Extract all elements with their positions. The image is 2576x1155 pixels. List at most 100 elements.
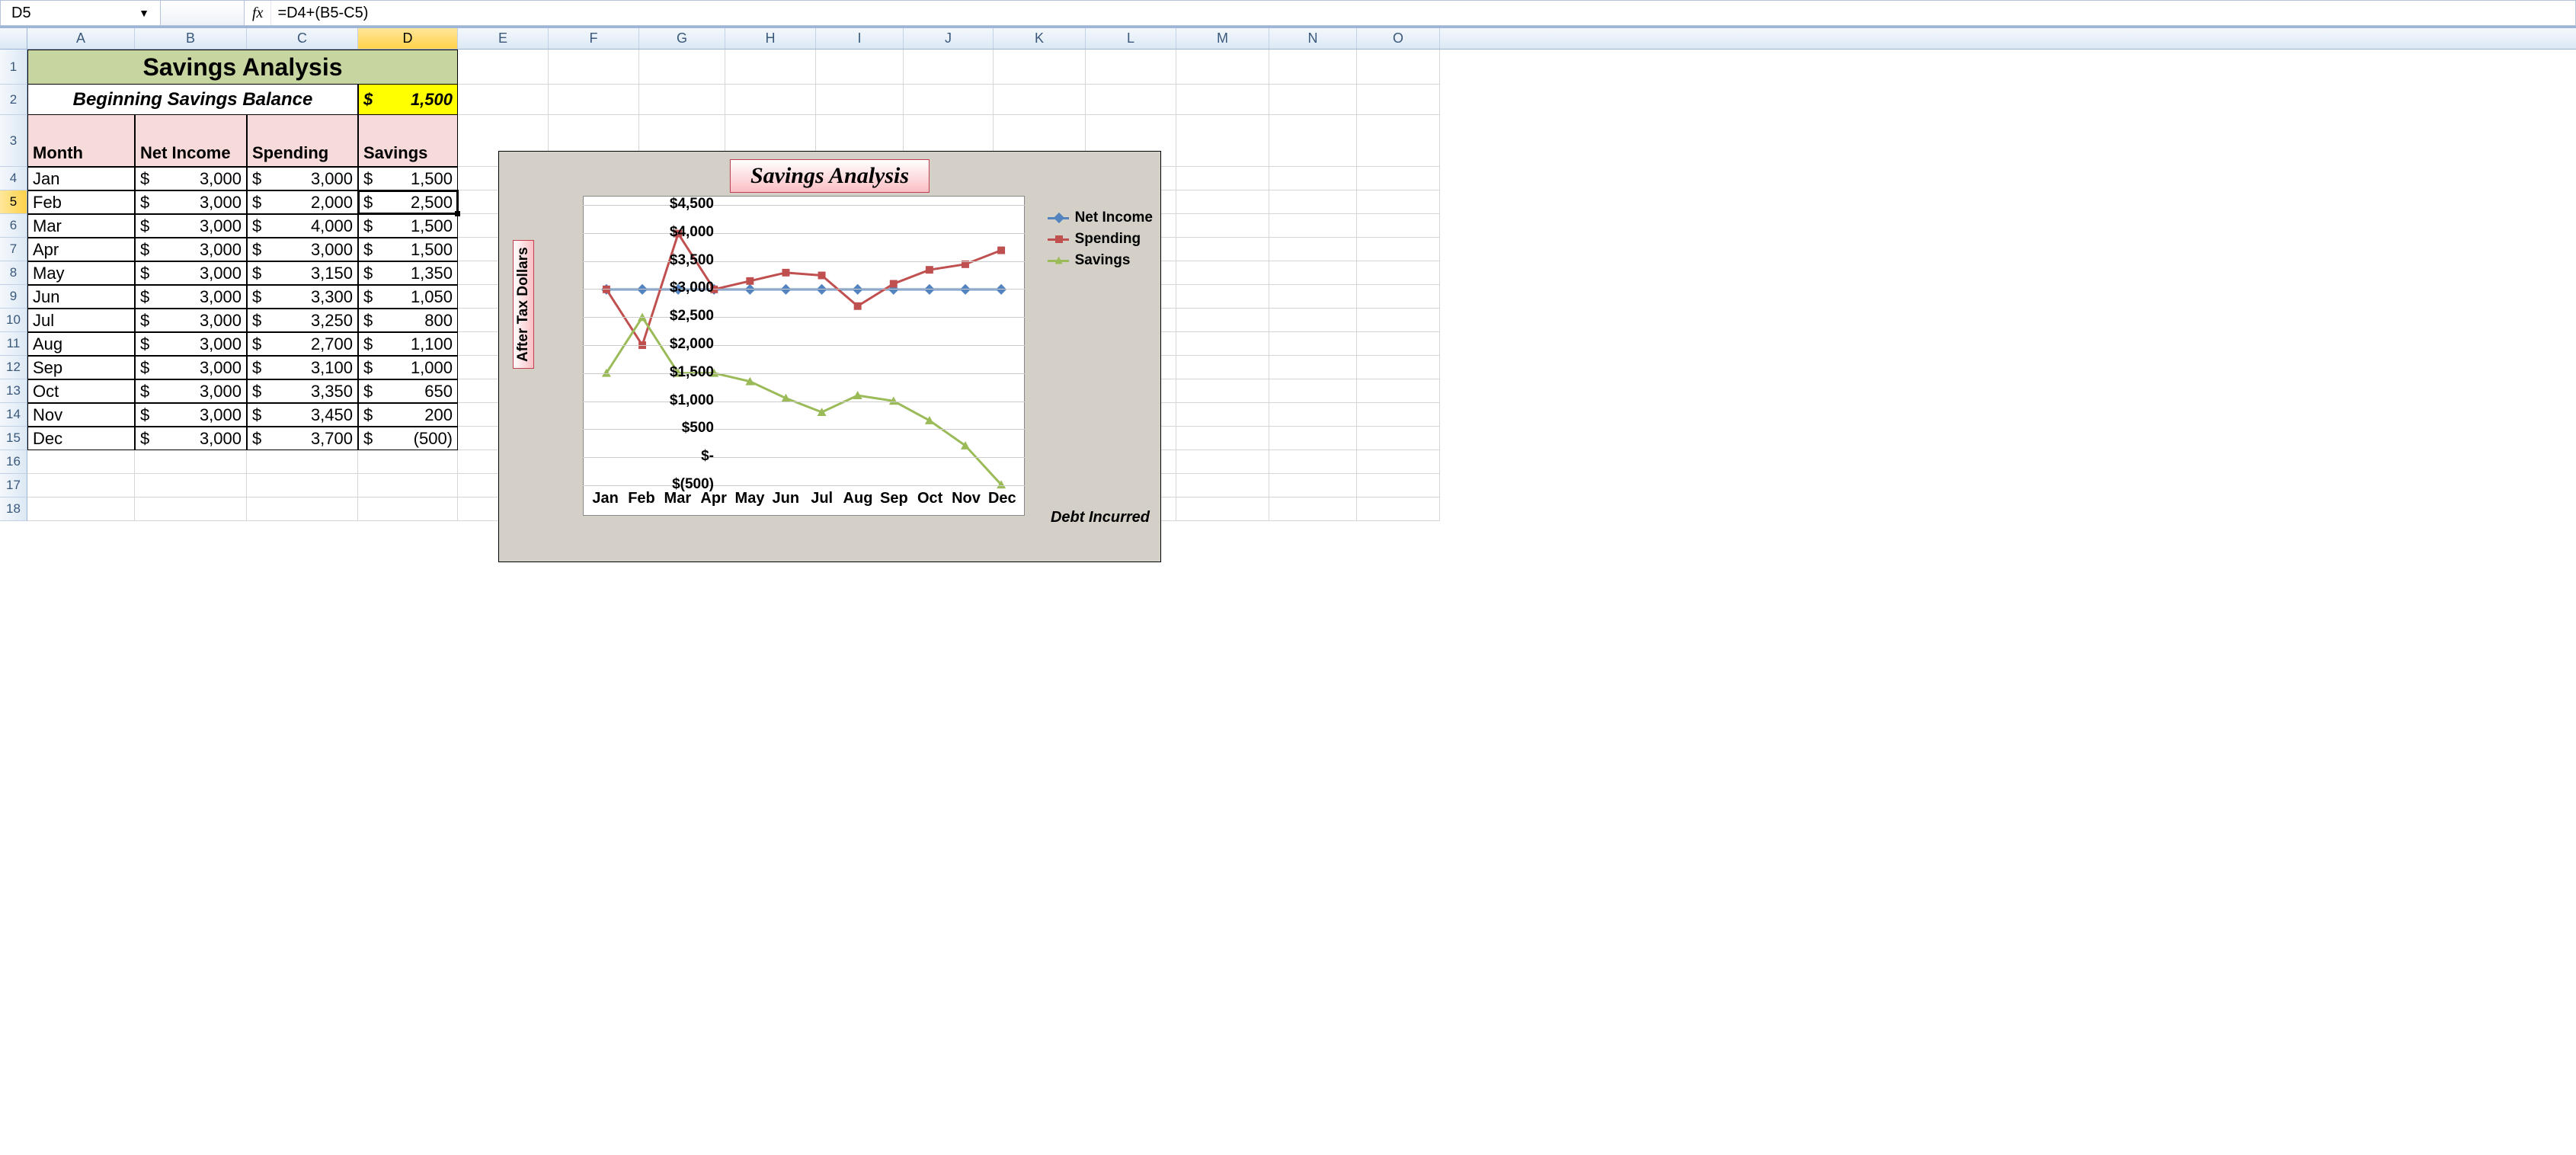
cell[interactable] bbox=[639, 85, 725, 115]
cell[interactable] bbox=[135, 474, 247, 498]
cell-savings[interactable]: $1,050 bbox=[358, 285, 458, 309]
cell-spending[interactable]: $3,150 bbox=[247, 261, 358, 285]
row-header-18[interactable]: 18 bbox=[0, 498, 27, 521]
cell[interactable] bbox=[1357, 285, 1440, 309]
cell[interactable] bbox=[1086, 50, 1176, 85]
cell[interactable] bbox=[904, 50, 994, 85]
cell-month[interactable]: Jul bbox=[27, 309, 135, 332]
cell-savings[interactable]: $(500) bbox=[358, 427, 458, 450]
cell[interactable] bbox=[1269, 498, 1357, 521]
cell-spending[interactable]: $3,000 bbox=[247, 167, 358, 190]
cell[interactable] bbox=[1269, 167, 1357, 190]
cell[interactable] bbox=[27, 474, 135, 498]
cell-spending[interactable]: $3,000 bbox=[247, 238, 358, 261]
cell[interactable] bbox=[1176, 474, 1269, 498]
cell[interactable] bbox=[1176, 309, 1269, 332]
cell-savings[interactable]: $650 bbox=[358, 379, 458, 403]
beginning-balance-value[interactable]: $1,500 bbox=[358, 85, 458, 115]
row-header-4[interactable]: 4 bbox=[0, 167, 27, 190]
row-header-13[interactable]: 13 bbox=[0, 379, 27, 403]
select-all-corner[interactable] bbox=[0, 28, 27, 49]
row-header-1[interactable]: 1 bbox=[0, 50, 27, 85]
col-header-C[interactable]: C bbox=[247, 28, 358, 49]
cell-savings[interactable]: $1,350 bbox=[358, 261, 458, 285]
beginning-balance-label[interactable]: Beginning Savings Balance bbox=[27, 85, 358, 115]
cell[interactable] bbox=[1357, 498, 1440, 521]
cell[interactable] bbox=[1176, 261, 1269, 285]
cell[interactable] bbox=[1357, 474, 1440, 498]
cell[interactable] bbox=[135, 498, 247, 521]
col-header-O[interactable]: O bbox=[1357, 28, 1440, 49]
cell[interactable] bbox=[1357, 427, 1440, 450]
cell-spending[interactable]: $3,350 bbox=[247, 379, 358, 403]
cell[interactable] bbox=[1176, 379, 1269, 403]
cell-income[interactable]: $3,000 bbox=[135, 238, 247, 261]
cell[interactable] bbox=[1269, 85, 1357, 115]
cell[interactable] bbox=[1176, 403, 1269, 427]
cell[interactable] bbox=[1269, 379, 1357, 403]
cell-month[interactable]: Jan bbox=[27, 167, 135, 190]
cell-spending[interactable]: $3,300 bbox=[247, 285, 358, 309]
cell[interactable] bbox=[1357, 332, 1440, 356]
cell[interactable] bbox=[135, 450, 247, 474]
name-box[interactable]: D5 ▼ bbox=[1, 1, 161, 25]
cell-income[interactable]: $3,000 bbox=[135, 403, 247, 427]
cell[interactable] bbox=[247, 474, 358, 498]
cell[interactable] bbox=[1357, 115, 1440, 167]
col-header-B[interactable]: B bbox=[135, 28, 247, 49]
cell[interactable] bbox=[458, 50, 549, 85]
cell[interactable] bbox=[1269, 309, 1357, 332]
cell-month[interactable]: Nov bbox=[27, 403, 135, 427]
row-header-10[interactable]: 10 bbox=[0, 309, 27, 332]
cell-month[interactable]: Sep bbox=[27, 356, 135, 379]
row-header-17[interactable]: 17 bbox=[0, 474, 27, 498]
row-header-7[interactable]: 7 bbox=[0, 238, 27, 261]
cell-month[interactable]: Feb bbox=[27, 190, 135, 214]
cell[interactable] bbox=[1357, 190, 1440, 214]
cell[interactable] bbox=[1176, 332, 1269, 356]
cell-spending[interactable]: $3,450 bbox=[247, 403, 358, 427]
cell[interactable] bbox=[1176, 285, 1269, 309]
cell[interactable] bbox=[1269, 450, 1357, 474]
cell[interactable] bbox=[1086, 85, 1176, 115]
row-header-9[interactable]: 9 bbox=[0, 285, 27, 309]
cell[interactable] bbox=[1269, 474, 1357, 498]
col-header-J[interactable]: J bbox=[904, 28, 994, 49]
cell[interactable] bbox=[1357, 309, 1440, 332]
cell-savings[interactable]: $1,500 bbox=[358, 167, 458, 190]
cell[interactable] bbox=[1269, 50, 1357, 85]
chart[interactable]: Savings Analysis After Tax Dollars Net I… bbox=[498, 151, 1161, 562]
row-header-16[interactable]: 16 bbox=[0, 450, 27, 474]
cell[interactable] bbox=[1357, 167, 1440, 190]
header-income[interactable]: Net Income bbox=[135, 115, 247, 167]
cell-month[interactable]: May bbox=[27, 261, 135, 285]
cell[interactable] bbox=[1357, 379, 1440, 403]
cell[interactable] bbox=[1269, 332, 1357, 356]
col-header-D[interactable]: D bbox=[358, 28, 458, 49]
cell[interactable] bbox=[1176, 427, 1269, 450]
cell-income[interactable]: $3,000 bbox=[135, 214, 247, 238]
col-header-H[interactable]: H bbox=[725, 28, 816, 49]
title-cell[interactable]: Savings Analysis bbox=[27, 50, 458, 85]
cell[interactable] bbox=[639, 50, 725, 85]
cell-income[interactable]: $3,000 bbox=[135, 379, 247, 403]
formula-input[interactable]: =D4+(B5-C5) bbox=[271, 1, 2575, 25]
cell[interactable] bbox=[1176, 356, 1269, 379]
cell[interactable] bbox=[1269, 261, 1357, 285]
col-header-I[interactable]: I bbox=[816, 28, 904, 49]
cell[interactable] bbox=[1269, 427, 1357, 450]
cell-month[interactable]: Oct bbox=[27, 379, 135, 403]
cell[interactable] bbox=[725, 85, 816, 115]
cell[interactable] bbox=[1269, 356, 1357, 379]
cell-month[interactable]: Jun bbox=[27, 285, 135, 309]
cell-savings[interactable]: $1,000 bbox=[358, 356, 458, 379]
cell[interactable] bbox=[1176, 190, 1269, 214]
cell[interactable] bbox=[1176, 238, 1269, 261]
cell[interactable] bbox=[1269, 238, 1357, 261]
cell[interactable] bbox=[1357, 403, 1440, 427]
row-header-5[interactable]: 5 bbox=[0, 190, 27, 214]
row-header-3[interactable]: 3 bbox=[0, 115, 27, 167]
cell[interactable] bbox=[1357, 450, 1440, 474]
cell-income[interactable]: $3,000 bbox=[135, 261, 247, 285]
row-header-8[interactable]: 8 bbox=[0, 261, 27, 285]
